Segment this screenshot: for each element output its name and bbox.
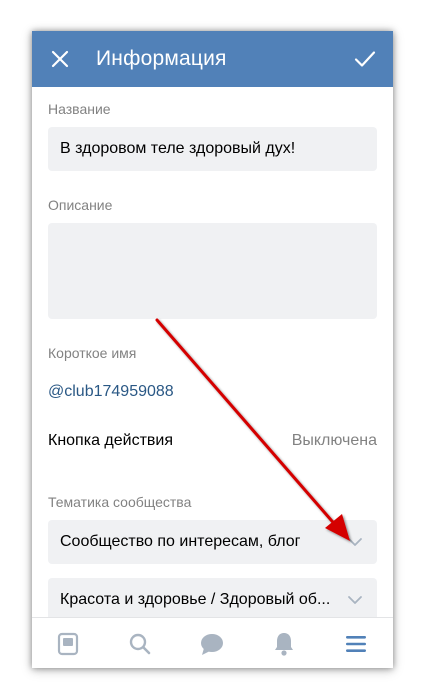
- search-icon: [129, 633, 151, 654]
- topic-label: Тематика сообщества: [48, 494, 192, 510]
- tab-news[interactable]: [32, 618, 104, 668]
- notifications-icon: [275, 632, 293, 656]
- subtopic-select-value: Красота и здоровье / Здоровый об...: [60, 591, 331, 608]
- chevron-down-icon: [348, 596, 362, 604]
- tab-notifications[interactable]: [248, 618, 320, 668]
- action-button-label[interactable]: Кнопка действия: [48, 431, 173, 451]
- topic-select[interactable]: Сообщество по интересам, блог: [48, 520, 377, 564]
- chevron-down-icon: [348, 538, 362, 546]
- name-input-value: В здоровом теле здоровый дух!: [60, 140, 296, 157]
- subtopic-select[interactable]: Красота и здоровье / Здоровый об...: [48, 578, 377, 622]
- topic-select-value: Сообщество по интересам, блог: [60, 533, 301, 550]
- description-input[interactable]: [48, 223, 377, 319]
- tab-menu[interactable]: [320, 618, 392, 668]
- name-label: Название: [48, 101, 111, 117]
- short-name-label: Короткое имя: [48, 345, 137, 361]
- page-title: Информация: [96, 47, 227, 70]
- close-button[interactable]: [46, 45, 74, 73]
- check-icon: [354, 51, 376, 67]
- action-button-value[interactable]: Выключена: [292, 431, 377, 451]
- tab-search[interactable]: [104, 618, 176, 668]
- info-form: Название В здоровом теле здоровый дух! О…: [32, 87, 393, 622]
- news-icon: [57, 632, 79, 655]
- menu-icon: [346, 635, 366, 652]
- short-name-link[interactable]: @club174959088: [48, 382, 174, 402]
- messages-icon: [201, 633, 223, 655]
- close-icon: [51, 50, 69, 68]
- save-button[interactable]: [351, 45, 379, 73]
- name-input[interactable]: В здоровом теле здоровый дух!: [48, 127, 377, 171]
- bottom-tab-bar: [32, 617, 393, 668]
- phone-screen: Информация Название В здоровом теле здор…: [32, 31, 393, 668]
- app-header: Информация: [32, 31, 393, 87]
- tab-messages[interactable]: [176, 618, 248, 668]
- description-label: Описание: [48, 197, 113, 213]
